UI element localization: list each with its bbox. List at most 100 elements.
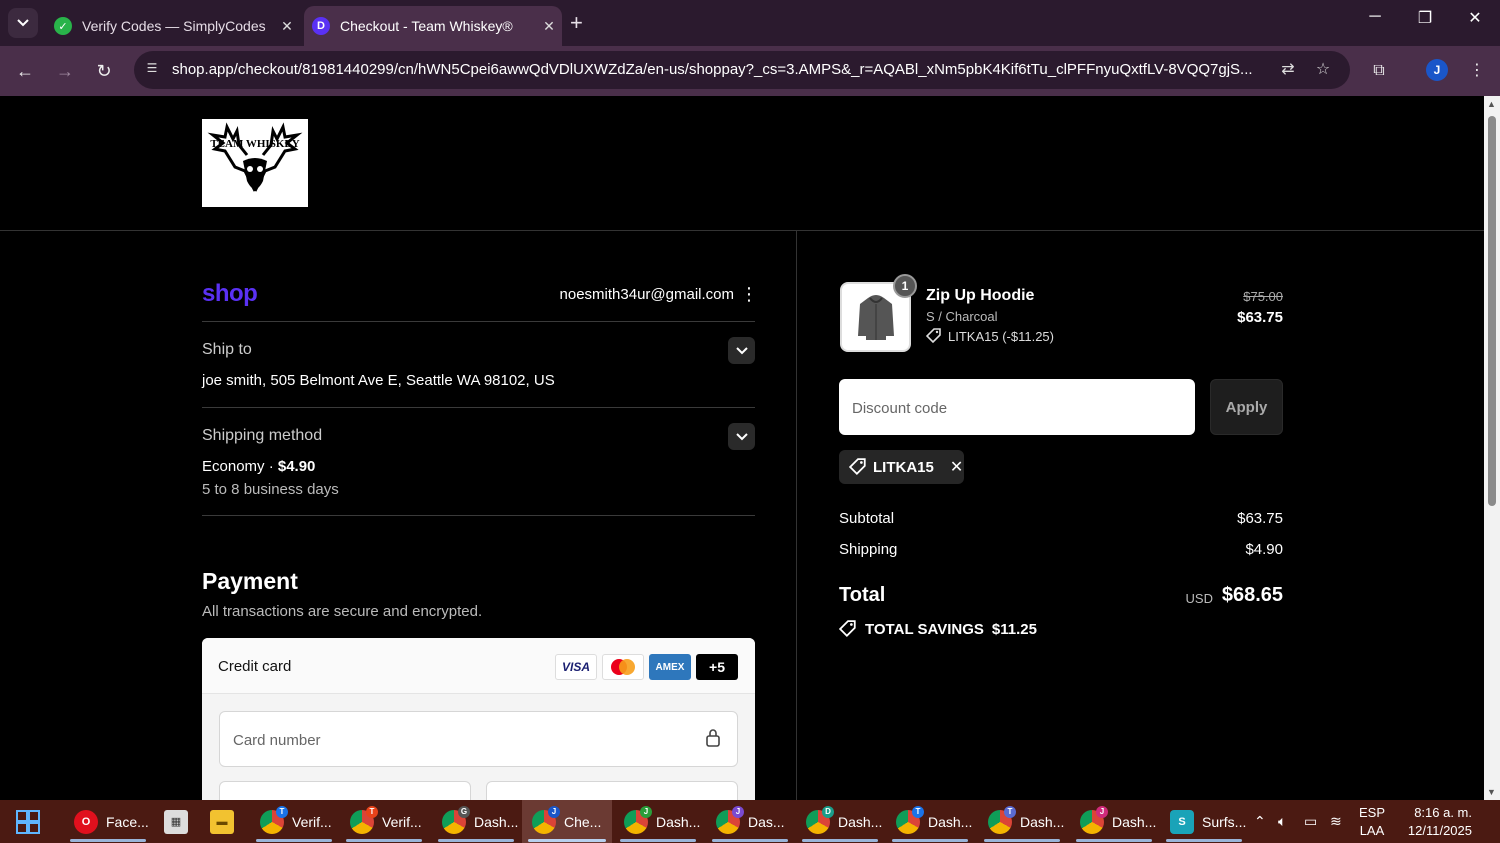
close-tab-icon[interactable]: ✕ <box>274 18 300 35</box>
taskbar-item-chrome-9[interactable]: J Dash... <box>1080 800 1156 843</box>
tab-search-button[interactable] <box>8 8 38 38</box>
taskbar-item-chrome-5[interactable]: J Das... <box>716 800 785 843</box>
shipping-label: Shipping <box>839 541 898 558</box>
taskbar-item-chrome-2[interactable]: T Verif... <box>350 800 422 843</box>
account-menu-icon[interactable]: ⋮ <box>740 284 758 305</box>
taskbar-label: Dash... <box>1020 813 1065 830</box>
taskbar-indicator <box>1076 839 1152 842</box>
payment-title: Payment <box>202 568 298 594</box>
site-settings-icon[interactable]: ☰ <box>142 61 162 79</box>
product-discount: LITKA15 (-$11.25) <box>926 328 1054 344</box>
taskbar-indicator <box>620 839 696 842</box>
chrome-icon: J <box>716 805 744 834</box>
tab-verify-codes[interactable]: ✓ Verify Codes — SimplyCodes ✕ <box>46 6 300 46</box>
language-indicator[interactable]: ESP LAA <box>1356 804 1388 840</box>
taskbar-item-opera[interactable]: O Face... <box>74 800 149 843</box>
more-brands-badge: +5 <box>696 654 738 680</box>
scroll-down-icon[interactable]: ▼ <box>1487 787 1496 797</box>
system-clock[interactable]: 8:16 a. m. 12/11/2025 <box>1392 804 1472 840</box>
chrome-icon: T <box>260 805 288 834</box>
taskbar-label: Dash... <box>928 813 973 830</box>
taskbar-item-chrome-4[interactable]: J Dash... <box>624 800 700 843</box>
subtotal-label: Subtotal <box>839 510 895 527</box>
bookmark-star-icon[interactable]: ☆ <box>1311 59 1335 81</box>
wifi-icon[interactable]: ≋ <box>1330 800 1342 843</box>
windows-taskbar: O Face... ▦ ▬ T Verif... T Verif... G Da… <box>0 800 1500 843</box>
reload-button[interactable]: ↻ <box>91 58 117 84</box>
taskbar-item-chrome-checkout[interactable]: J Che... <box>522 800 612 843</box>
taskbar-label: Face... <box>106 813 149 830</box>
divider <box>202 321 755 322</box>
taskbar-item-surfshark[interactable]: S Surfs... <box>1170 800 1246 843</box>
battery-icon[interactable]: ▭ <box>1304 800 1317 843</box>
taskbar-indicator <box>70 839 146 842</box>
start-button[interactable] <box>14 800 42 843</box>
expiration-date-input[interactable] <box>219 781 471 800</box>
file-explorer-icon: ▬ <box>210 809 234 834</box>
taskbar-label: Che... <box>564 813 602 830</box>
language-code: ESP <box>1358 805 1385 820</box>
taskbar-indicator <box>712 839 788 842</box>
page-scrollbar[interactable]: ▲ ▼ <box>1484 96 1500 800</box>
logo-text: TEAM WHISKEY <box>210 138 299 150</box>
taskbar-indicator <box>438 839 514 842</box>
translate-icon[interactable]: ⇄ <box>1276 59 1300 81</box>
scroll-up-icon[interactable]: ▲ <box>1487 99 1496 109</box>
discount-code-input[interactable]: Discount code <box>839 379 1195 435</box>
back-button[interactable]: ← <box>12 58 38 84</box>
new-tab-button[interactable]: + <box>570 10 583 36</box>
taskbar-item-chrome-7[interactable]: T Dash... <box>896 800 972 843</box>
address-bar[interactable]: ☰ shop.app/checkout/81981440299/cn/hWN5C… <box>134 51 1350 89</box>
show-hidden-icons-button[interactable]: ⌃ <box>1254 800 1266 843</box>
credit-card-header[interactable]: Credit card VISA AMEX +5 <box>202 638 755 694</box>
chrome-icon: J <box>624 805 652 834</box>
browser-menu-icon[interactable]: ⋮ <box>1464 58 1490 84</box>
product-discount-text: LITKA15 (-$11.25) <box>948 328 1054 344</box>
taskbar-label: Surfs... <box>1202 813 1247 830</box>
ship-to-expand-button[interactable] <box>728 337 755 364</box>
taskbar-indicator <box>346 839 422 842</box>
shipping-method-expand-button[interactable] <box>728 423 755 450</box>
card-number-input[interactable]: Card number <box>219 711 738 767</box>
taskbar-item-explorer[interactable]: ▬ <box>210 800 234 843</box>
keyboard-layout: LAA <box>1359 823 1385 838</box>
tag-icon <box>926 328 941 344</box>
forward-button[interactable]: → <box>52 58 78 84</box>
lock-icon <box>706 729 720 747</box>
security-code-input[interactable] <box>486 781 738 800</box>
total-value: $68.65 <box>1221 584 1283 606</box>
extensions-icon[interactable]: ⧉ <box>1366 58 1392 84</box>
mastercard-icon <box>602 654 644 680</box>
taskbar-item-chrome-1[interactable]: T Verif... <box>260 800 332 843</box>
credit-card-label: Credit card <box>218 658 292 675</box>
chrome-icon: G <box>442 805 470 834</box>
shipping-method-name: Economy · <box>202 458 278 475</box>
url-text[interactable]: shop.app/checkout/81981440299/cn/hWN5Cpe… <box>172 61 1262 78</box>
shipping-value: $4.90 <box>1245 541 1283 558</box>
volume-icon[interactable]: 🔈︎ <box>1278 800 1286 843</box>
taskbar-item-chrome-8[interactable]: T Dash... <box>988 800 1064 843</box>
tab-checkout[interactable]: D Checkout - Team Whiskey® ✕ <box>304 6 562 46</box>
browser-toolbar: ← → ↻ ☰ shop.app/checkout/81981440299/cn… <box>0 46 1500 96</box>
profile-avatar[interactable]: J <box>1426 59 1448 81</box>
payment-subtitle: All transactions are secure and encrypte… <box>202 603 483 620</box>
taskbar-item-chrome-6[interactable]: D Dash... <box>806 800 882 843</box>
store-logo[interactable]: TEAM WHISKEY <box>202 119 308 207</box>
apply-discount-button[interactable]: Apply <box>1210 379 1283 435</box>
divider <box>202 515 755 516</box>
remove-discount-icon[interactable]: ✕ <box>950 457 963 477</box>
header-divider <box>0 230 1484 231</box>
taskbar-item-calculator[interactable]: ▦ <box>164 800 188 843</box>
opera-icon: O <box>74 809 98 834</box>
clock-date: 12/11/2025 <box>1407 823 1472 838</box>
calculator-icon: ▦ <box>164 809 188 834</box>
close-tab-icon[interactable]: ✕ <box>536 18 562 35</box>
minimize-button[interactable]: ─ <box>1360 8 1390 26</box>
restore-button[interactable]: ❐ <box>1410 8 1440 28</box>
close-window-button[interactable]: ✕ <box>1460 8 1490 28</box>
scrollbar-thumb[interactable] <box>1488 116 1496 506</box>
card-number-placeholder: Card number <box>233 732 321 749</box>
taskbar-item-chrome-3[interactable]: G Dash... <box>442 800 518 843</box>
shipping-method-value: Economy · $4.90 <box>202 458 315 475</box>
shop-favicon-icon: D <box>312 17 330 35</box>
